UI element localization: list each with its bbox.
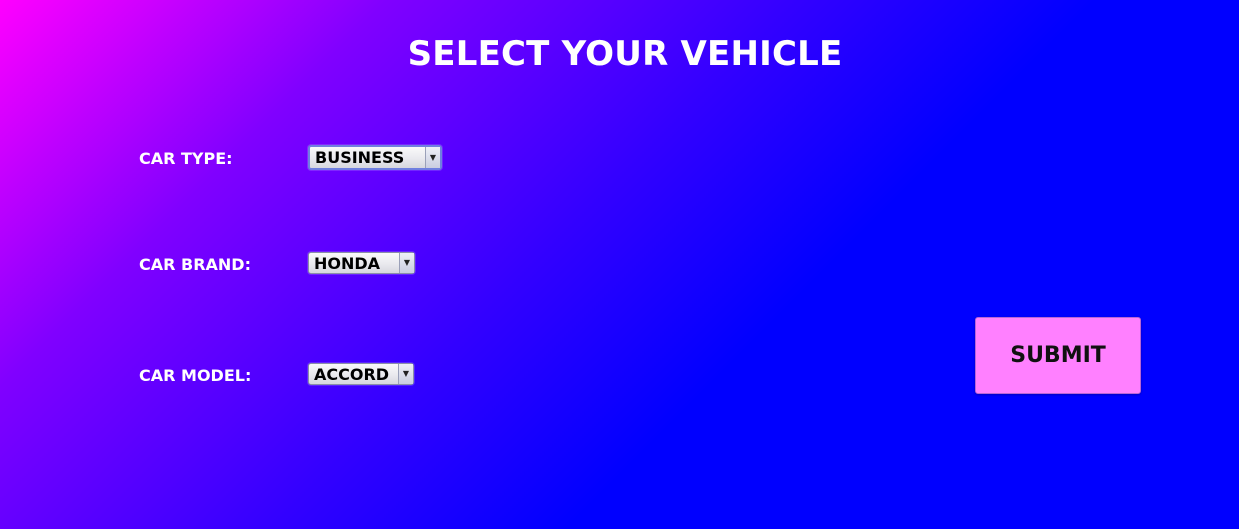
page-title: SELECT YOUR VEHICLE <box>407 34 843 74</box>
car-model-dropdown-button[interactable]: ▼ <box>398 364 413 384</box>
car-type-dropdown-button[interactable]: ▼ <box>425 147 440 168</box>
chevron-down-icon: ▼ <box>402 369 410 378</box>
car-model-select[interactable]: ACCORD ▼ <box>308 363 414 385</box>
car-brand-label: CAR BRAND: <box>139 255 251 274</box>
chevron-down-icon: ▼ <box>429 152 437 162</box>
chevron-down-icon: ▼ <box>403 258 411 267</box>
car-type-value: BUSINESS <box>315 148 405 167</box>
car-type-label: CAR TYPE: <box>139 149 233 168</box>
car-brand-dropdown-button[interactable]: ▼ <box>399 253 414 273</box>
submit-button[interactable]: SUBMIT <box>975 317 1141 394</box>
car-type-select[interactable]: BUSINESS ▼ <box>308 145 442 170</box>
car-model-label: CAR MODEL: <box>139 366 252 385</box>
car-brand-value: HONDA <box>314 253 381 273</box>
car-brand-select[interactable]: HONDA ▼ <box>308 252 415 274</box>
car-model-value: ACCORD <box>314 364 390 384</box>
